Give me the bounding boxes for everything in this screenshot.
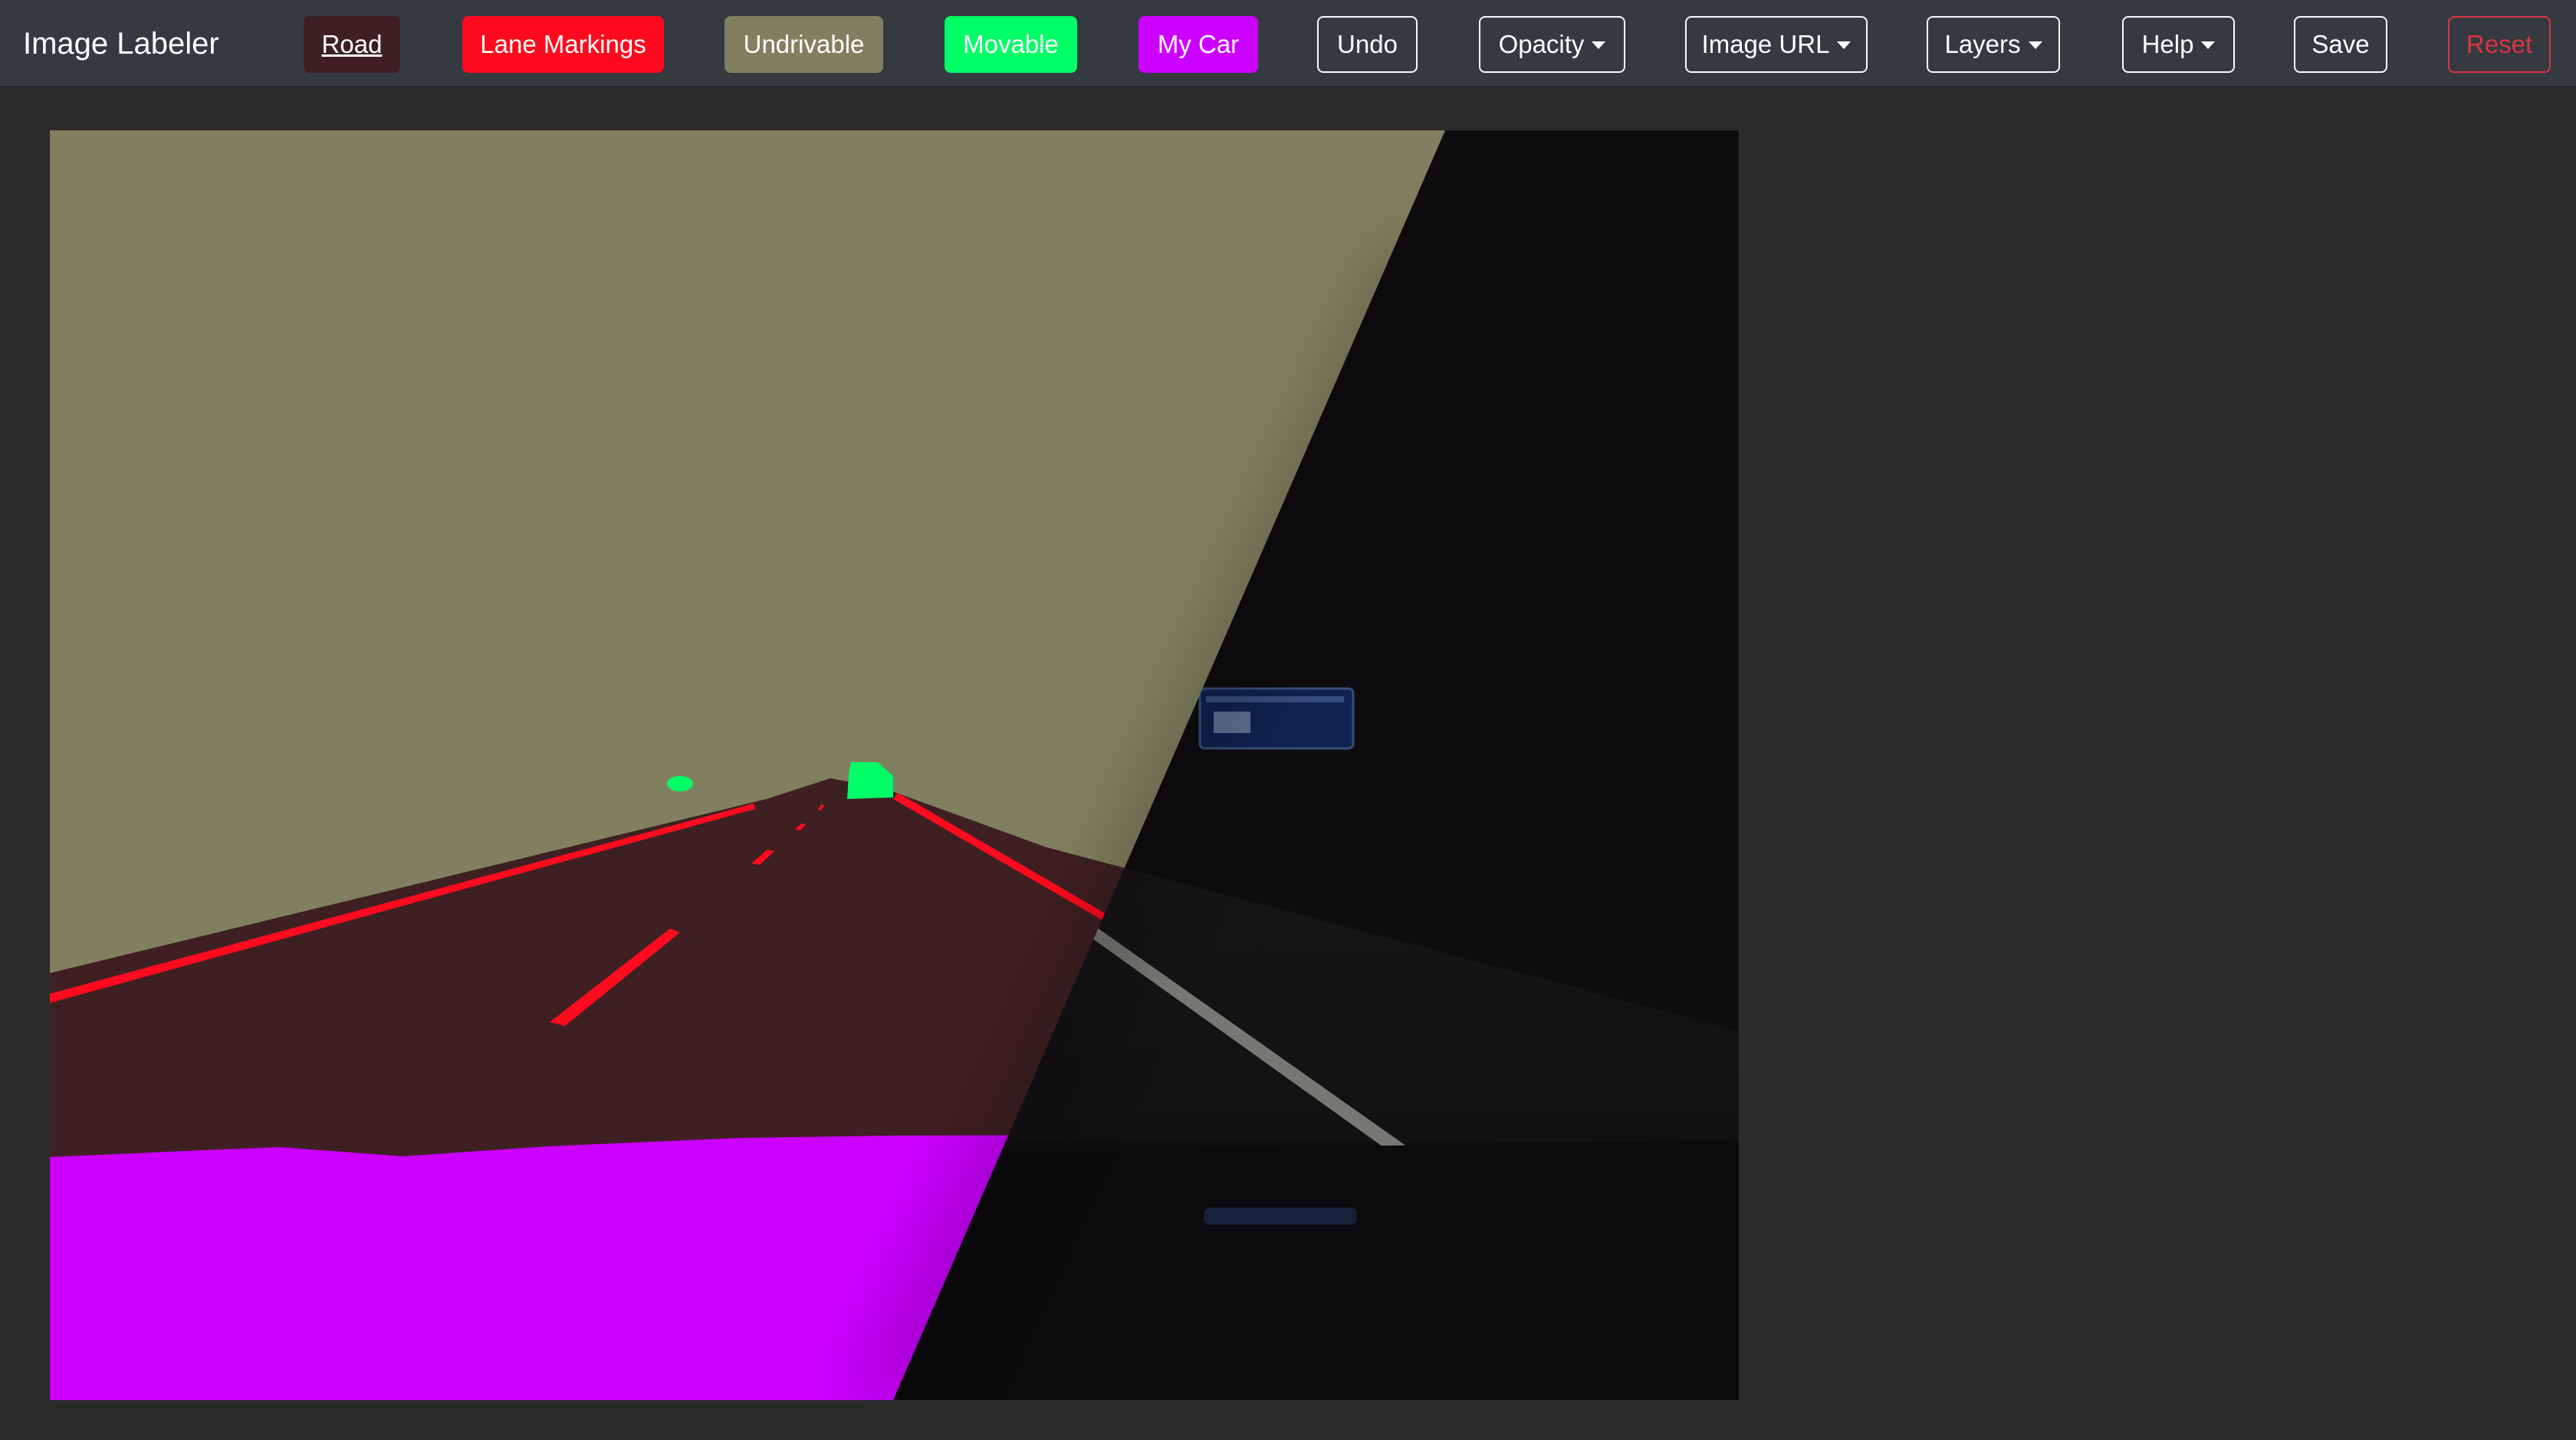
undo-button[interactable]: Undo <box>1317 16 1418 73</box>
help-text: Help <box>2141 30 2194 58</box>
movable-object-small <box>667 776 693 791</box>
save-button[interactable]: Save <box>2294 16 2387 73</box>
top-navbar: Image Labeler Road Lane Markings Undriva… <box>0 0 2576 87</box>
caret-down-icon <box>1592 41 1606 49</box>
lane-markings-label-button[interactable]: Lane Markings <box>462 16 664 73</box>
lane-markings-label-text: Lane Markings <box>480 30 646 58</box>
opacity-dropdown-button[interactable]: Opacity <box>1479 16 1625 73</box>
undo-text: Undo <box>1337 30 1398 58</box>
movable-label-button[interactable]: Movable <box>945 16 1077 73</box>
caret-down-icon <box>1837 41 1852 49</box>
undrivable-label-text: Undrivable <box>743 30 865 58</box>
app-title: Image Labeler <box>23 27 219 61</box>
opacity-text: Opacity <box>1498 30 1585 58</box>
label-overlay <box>50 130 1739 1400</box>
reset-button[interactable]: Reset <box>2448 16 2551 73</box>
labeling-canvas[interactable] <box>50 130 1739 1400</box>
layers-dropdown-button[interactable]: Layers <box>1927 16 2060 73</box>
help-dropdown-button[interactable]: Help <box>2122 16 2235 73</box>
caret-down-icon <box>2028 41 2042 49</box>
save-text: Save <box>2312 30 2370 58</box>
movable-label-text: Movable <box>963 30 1059 58</box>
undrivable-label-button[interactable]: Undrivable <box>724 16 883 73</box>
road-label-button[interactable]: Road <box>304 16 400 73</box>
layers-text: Layers <box>1944 30 2021 58</box>
image-url-text: Image URL <box>1701 30 1830 58</box>
image-url-dropdown-button[interactable]: Image URL <box>1685 16 1868 73</box>
my-car-label-text: My Car <box>1157 30 1240 58</box>
annotation-overlay[interactable] <box>50 130 1739 1400</box>
road-label-text: Road <box>321 30 383 58</box>
my-car-label-button[interactable]: My Car <box>1138 16 1258 73</box>
reset-text: Reset <box>2466 30 2533 58</box>
caret-down-icon <box>2201 41 2216 49</box>
